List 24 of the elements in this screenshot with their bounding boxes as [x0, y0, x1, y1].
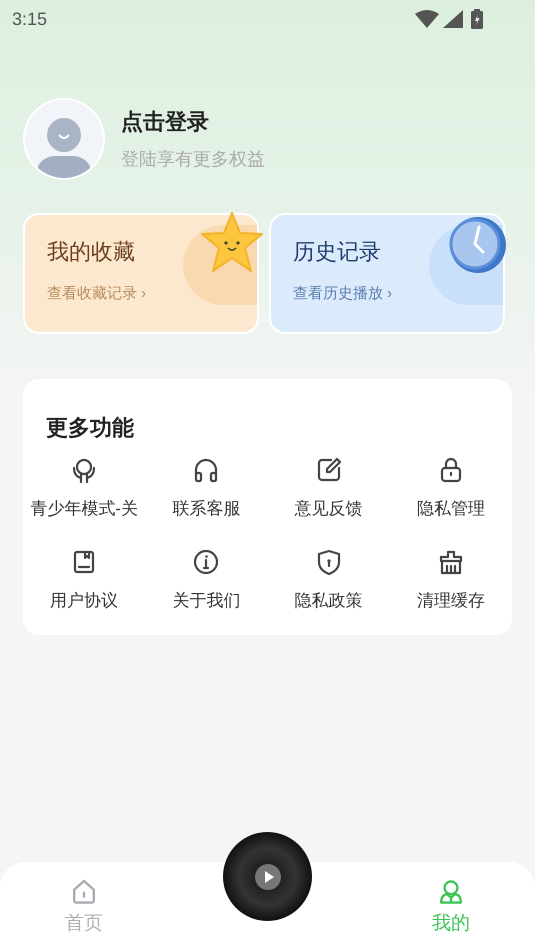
- person-icon: [437, 878, 465, 906]
- feature-label[interactable]: 隐私政策: [294, 588, 363, 613]
- feature-label[interactable]: 清理缓存: [416, 588, 485, 613]
- card-title: 历史记录: [293, 238, 381, 266]
- play-icon: [254, 864, 280, 890]
- feature-label[interactable]: 意见反馈: [294, 496, 363, 522]
- clock-icon: [447, 215, 507, 275]
- login-subtitle: 登陆享有更多权益: [121, 148, 265, 171]
- card-title: 我的收藏: [47, 238, 135, 266]
- status-time: 3:15: [12, 8, 48, 30]
- wifi-icon: [415, 10, 439, 28]
- feature-label[interactable]: 青少年模式-关: [30, 496, 138, 522]
- feature-label[interactable]: 用户协议: [50, 588, 118, 613]
- feature-label[interactable]: 关于我们: [172, 588, 240, 613]
- section-title: 更多功能: [45, 414, 135, 442]
- info-icon[interactable]: [192, 548, 220, 576]
- signal-icon: [443, 10, 463, 28]
- battery-icon: [471, 9, 483, 29]
- login-title[interactable]: 点击登录: [121, 105, 265, 138]
- shortcut-card[interactable]: 历史记录 查看历史播放 ›: [269, 213, 505, 334]
- home-icon: [70, 878, 98, 906]
- feature-label[interactable]: 联系客服: [172, 496, 240, 522]
- star-icon: [199, 211, 265, 275]
- feature-label[interactable]: 隐私管理: [416, 496, 485, 522]
